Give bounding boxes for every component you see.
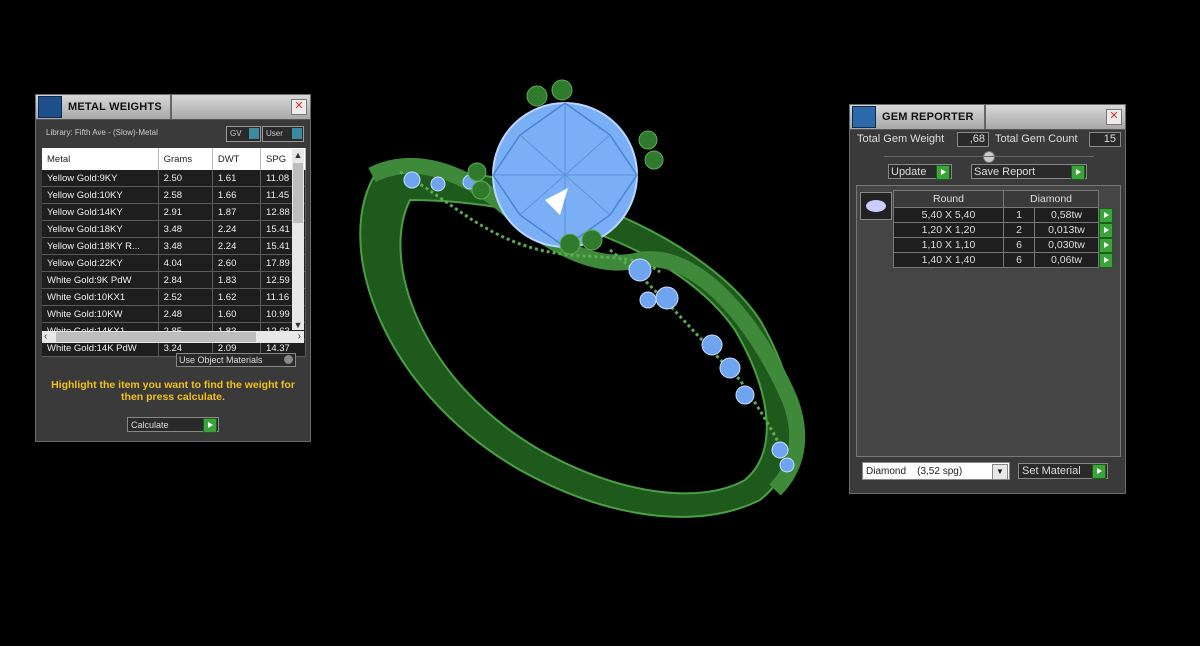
play-icon [1071,165,1085,180]
total-gem-count-value: 15 [1089,132,1121,147]
set-material-button[interactable]: Set Material [1018,463,1108,479]
total-gem-count-label: Total Gem Count [995,133,1078,145]
gem-size: 5,40 X 5,40 [893,207,1004,223]
collapse-toggle-icon[interactable] [983,151,995,163]
separator [884,156,1094,157]
gem-weight: 0,013tw [1034,222,1099,238]
gem-reporter-titlebar[interactable]: GEM REPORTER ✕ [850,105,1125,130]
gem-count: 1 [1003,207,1035,223]
save-report-label: Save Report [974,166,1036,178]
gem-row-action[interactable] [1099,252,1114,268]
play-icon[interactable] [1099,207,1113,223]
play-icon[interactable] [1099,237,1113,253]
play-icon [936,165,950,180]
material-select[interactable]: Diamond (3,52 spg) ▼ [862,462,1010,480]
update-button[interactable]: Update [888,164,952,180]
round-gem-glyph [866,200,886,212]
gem-size: 1,20 X 1,20 [893,222,1004,238]
play-icon[interactable] [1099,222,1113,238]
save-report-button[interactable]: Save Report [971,164,1087,180]
gem-size: 1,40 X 1,40 [893,252,1004,268]
gem-count: 6 [1003,237,1035,253]
total-gem-weight-value: ,68 [957,132,989,147]
total-gem-weight-label: Total Gem Weight [857,133,945,145]
gem-row[interactable]: 5,40 X 5,40 1 0,58tw [893,207,1114,223]
gem-weight: 0,030tw [1034,237,1099,253]
gem-list-area[interactable]: Round Diamond 5,40 X 5,40 1 0,58tw 1,20 X 1… [856,185,1121,457]
chevron-down-icon[interactable]: ▼ [992,464,1008,480]
material-select-value: Diamond (3,52 spg) [866,466,963,477]
set-material-label: Set Material [1022,465,1081,477]
play-icon [1092,464,1106,479]
gem-shape-icon [860,192,892,220]
shape-column-header: Round [893,190,1004,208]
close-icon[interactable]: ✕ [1106,109,1122,125]
gem-row-action[interactable] [1099,237,1114,253]
gem-weight: 0,06tw [1034,252,1099,268]
material-column-header: Diamond [1003,190,1099,208]
gem-row-action[interactable] [1099,222,1114,238]
gem-count: 6 [1003,252,1035,268]
gem-row[interactable]: 1,40 X 1,40 6 0,06tw [893,252,1114,268]
play-icon[interactable] [1099,252,1114,268]
gem-weight: 0,58tw [1034,207,1099,223]
gem-row[interactable]: 1,20 X 1,20 2 0,013tw [893,222,1114,238]
gem-table: Round Diamond 5,40 X 5,40 1 0,58tw 1,20 X 1… [893,190,1114,268]
gem-count: 2 [1003,222,1035,238]
update-label: Update [891,166,927,178]
gem-reporter-panel: GEM REPORTER ✕ Total Gem Weight ,68 Tota… [849,104,1126,494]
panel-title: GEM REPORTER [882,111,974,123]
gem-size: 1,10 X 1,10 [893,237,1004,253]
title-divider [984,105,986,129]
center-stone [492,102,638,248]
gem-row[interactable]: 1,10 X 1,10 6 0,030tw [893,237,1114,253]
gem-row-action[interactable] [1099,207,1114,223]
gem-reporter-app-icon [852,106,876,128]
gem-table-header: Round Diamond [893,190,1114,208]
